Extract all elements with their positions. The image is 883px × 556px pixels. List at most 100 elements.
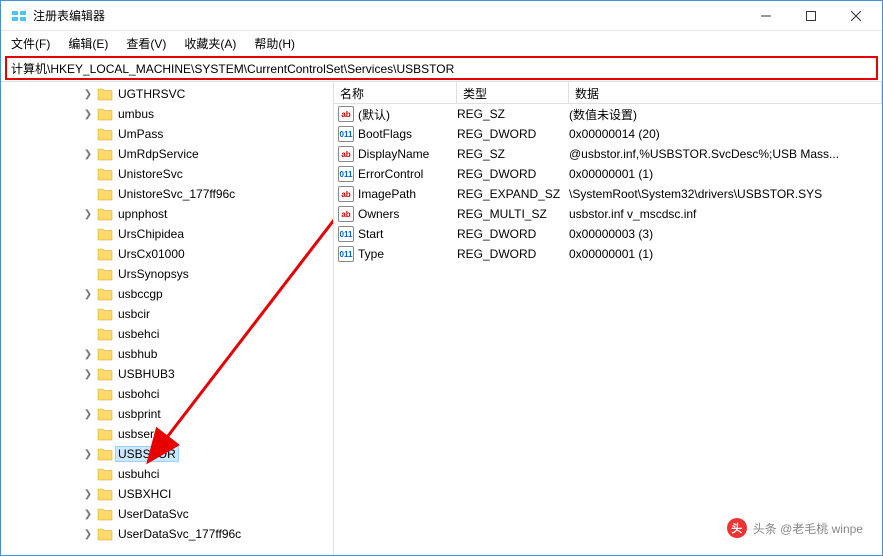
values-panel: 名称 类型 数据 ab(默认)REG_SZ(数值未设置) 011 BootFlags… — [334, 82, 882, 555]
tree-item-usbohci[interactable]: usbohci — [1, 384, 333, 404]
chevron-icon[interactable]: ❯ — [81, 349, 95, 360]
window-title: 注册表编辑器 — [33, 7, 743, 24]
value-type: REG_SZ — [457, 147, 569, 161]
menu-view[interactable]: 查看(V) — [118, 33, 174, 54]
tree-item-usbxhci[interactable]: ❯USBXHCI — [1, 484, 333, 504]
value-row[interactable]: ab(默认)REG_SZ(数值未设置) — [334, 104, 882, 124]
tree-item-usbcir[interactable]: usbcir — [1, 304, 333, 324]
folder-icon — [97, 87, 113, 101]
folder-icon — [97, 127, 113, 141]
tree-label: usbohci — [115, 387, 162, 401]
binary-value-icon: 011 — [338, 226, 354, 242]
chevron-icon[interactable]: ❯ — [81, 289, 95, 300]
folder-icon — [97, 287, 113, 301]
value-type: REG_DWORD — [457, 127, 569, 141]
binary-value-icon: 011 — [338, 126, 354, 142]
folder-icon — [97, 107, 113, 121]
chevron-icon[interactable]: ❯ — [81, 509, 95, 520]
tree-item-unistoresvc_177ff96c[interactable]: UnistoreSvc_177ff96c — [1, 184, 333, 204]
tree-item-usbhub[interactable]: ❯usbhub — [1, 344, 333, 364]
folder-icon — [97, 407, 113, 421]
chevron-icon[interactable]: ❯ — [81, 529, 95, 540]
tree-panel[interactable]: ❯UGTHRSVC❯umbusUmPass❯UmRdpServiceUnisto… — [1, 82, 334, 555]
tree-item-usbehci[interactable]: usbehci — [1, 324, 333, 344]
tree-item-ugthrsvc[interactable]: ❯ UGTHRSVC — [1, 84, 333, 104]
tree-item-usbprint[interactable]: ❯usbprint — [1, 404, 333, 424]
column-header-type[interactable]: 类型 — [457, 82, 569, 103]
tree-item-usbstor[interactable]: ❯USBSTOR — [1, 444, 333, 464]
column-header-name[interactable]: 名称 — [334, 82, 457, 103]
window-controls — [743, 1, 878, 30]
chevron-icon[interactable]: ❯ — [81, 489, 95, 500]
chevron-icon[interactable]: ❯ — [81, 369, 95, 380]
chevron-icon[interactable]: ❯ — [81, 409, 95, 420]
tree-item-upnphost[interactable]: ❯ upnphost — [1, 204, 333, 224]
tree-label: usbcir — [115, 307, 153, 321]
tree-item-urschipidea[interactable]: UrsChipidea — [1, 224, 333, 244]
value-name: Start — [358, 227, 457, 241]
folder-icon — [97, 167, 113, 181]
tree-item-urscx01000[interactable]: UrsCx01000 — [1, 244, 333, 264]
tree-item-urssynopsys[interactable]: UrsSynopsys — [1, 264, 333, 284]
tree-item-userdatasvc_177ff96c[interactable]: ❯UserDataSvc_177ff96c — [1, 524, 333, 544]
menu-edit[interactable]: 编辑(E) — [60, 33, 116, 54]
tree-item-userdatasvc[interactable]: ❯UserDataSvc — [1, 504, 333, 524]
value-name: ErrorControl — [358, 167, 457, 181]
tree-label: UrsCx01000 — [115, 247, 188, 261]
folder-icon — [97, 367, 113, 381]
tree-label: UGTHRSVC — [115, 87, 188, 101]
close-button[interactable] — [833, 1, 878, 30]
tree-item-umpass[interactable]: UmPass — [1, 124, 333, 144]
chevron-icon[interactable]: ❯ — [81, 209, 95, 220]
chevron-icon[interactable]: ❯ — [81, 149, 95, 160]
menu-file[interactable]: 文件(F) — [3, 33, 58, 54]
value-data: @usbstor.inf,%USBSTOR.SvcDesc%;USB Mass.… — [569, 147, 882, 161]
value-row[interactable]: abImagePathREG_EXPAND_SZ\SystemRoot\Syst… — [334, 184, 882, 204]
menu-favorites[interactable]: 收藏夹(A) — [176, 33, 244, 54]
value-row[interactable]: abDisplayNameREG_SZ@usbstor.inf,%USBSTOR… — [334, 144, 882, 164]
folder-icon — [97, 187, 113, 201]
value-row[interactable]: 011BootFlagsREG_DWORD0x00000014 (20) — [334, 124, 882, 144]
value-row[interactable]: 011ErrorControlREG_DWORD0x00000001 (1) — [334, 164, 882, 184]
chevron-icon[interactable]: ❯ — [81, 89, 95, 100]
address-bar[interactable]: 计算机\HKEY_LOCAL_MACHINE\SYSTEM\CurrentCon… — [5, 56, 878, 80]
folder-icon — [97, 447, 113, 461]
folder-icon — [97, 387, 113, 401]
minimize-button[interactable] — [743, 1, 788, 30]
string-value-icon: ab — [338, 146, 354, 162]
menu-help[interactable]: 帮助(H) — [246, 33, 303, 54]
tree-item-umrdpservice[interactable]: ❯UmRdpService — [1, 144, 333, 164]
folder-icon — [97, 207, 113, 221]
tree-item-unistoresvc[interactable]: UnistoreSvc — [1, 164, 333, 184]
watermark-text: 头条 @老毛桃 winpe — [753, 520, 863, 537]
tree-item-umbus[interactable]: ❯ umbus — [1, 104, 333, 124]
tree-label: UmPass — [115, 127, 166, 141]
value-name: BootFlags — [358, 127, 457, 141]
folder-icon — [97, 487, 113, 501]
tree-label: UrsChipidea — [115, 227, 187, 241]
tree-item-usbser[interactable]: usbser — [1, 424, 333, 444]
chevron-icon[interactable]: ❯ — [81, 109, 95, 120]
tree-label: usbehci — [115, 327, 162, 341]
value-type: REG_EXPAND_SZ — [457, 187, 569, 201]
chevron-icon[interactable]: ❯ — [81, 449, 95, 460]
tree-item-usbuhci[interactable]: usbuhci — [1, 464, 333, 484]
tree-label: upnphost — [115, 207, 170, 221]
column-header-data[interactable]: 数据 — [569, 82, 882, 103]
folder-icon — [97, 247, 113, 261]
value-row[interactable]: abOwnersREG_MULTI_SZusbstor.inf v_mscdsc… — [334, 204, 882, 224]
tree-item-usbccgp[interactable]: ❯usbccgp — [1, 284, 333, 304]
menubar: 文件(F) 编辑(E) 查看(V) 收藏夹(A) 帮助(H) — [1, 31, 882, 55]
value-row[interactable]: 011StartREG_DWORD0x00000003 (3) — [334, 224, 882, 244]
value-data: usbstor.inf v_mscdsc.inf — [569, 207, 882, 221]
string-value-icon: ab — [338, 106, 354, 122]
maximize-button[interactable] — [788, 1, 833, 30]
tree-label: USBHUB3 — [115, 367, 178, 381]
tree-label: UnistoreSvc_177ff96c — [115, 187, 238, 201]
folder-icon — [97, 427, 113, 441]
value-row[interactable]: 011TypeREG_DWORD0x00000001 (1) — [334, 244, 882, 264]
tree-label: umbus — [115, 107, 157, 121]
value-data: 0x00000001 (1) — [569, 247, 882, 261]
tree-item-usbhub3[interactable]: ❯ USBHUB3 — [1, 364, 333, 384]
string-value-icon: ab — [338, 186, 354, 202]
